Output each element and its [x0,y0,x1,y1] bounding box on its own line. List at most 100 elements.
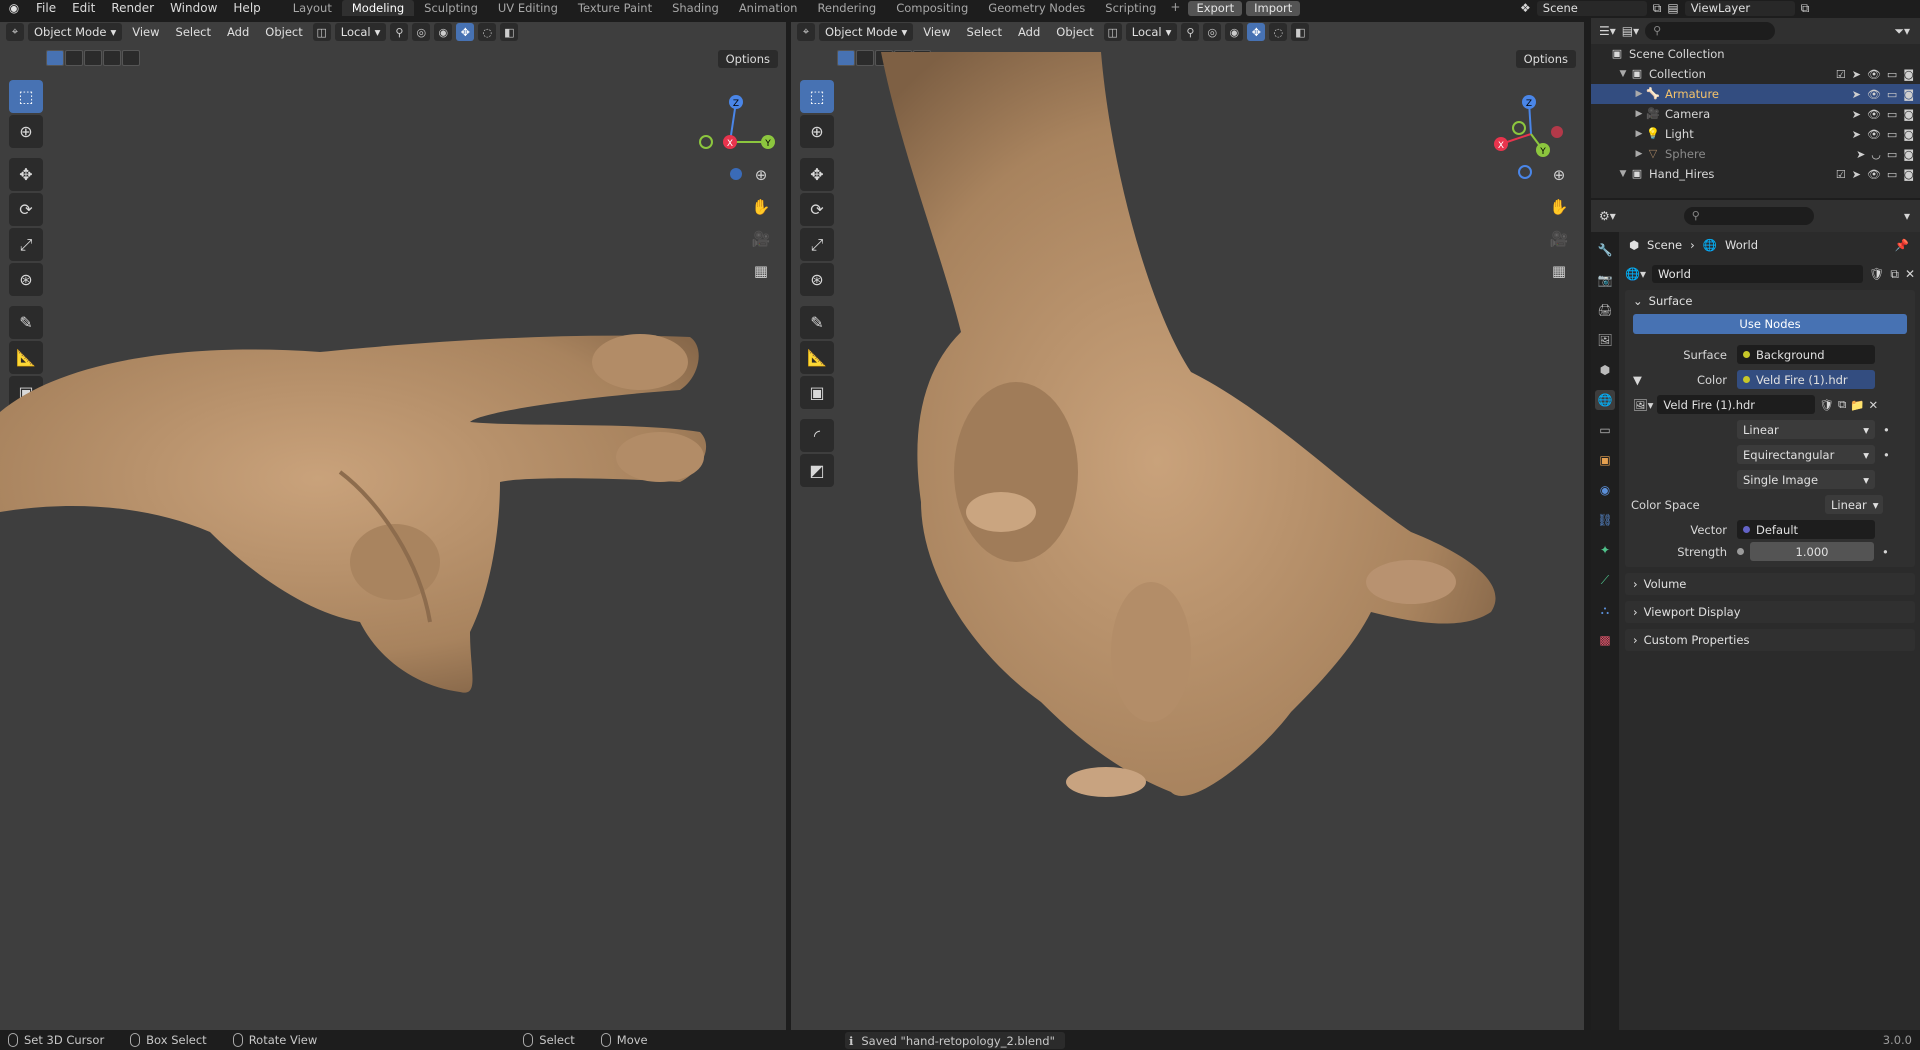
surface-field[interactable]: Background [1737,345,1875,364]
menu-add[interactable]: Add [1012,23,1046,41]
projection-dropdown[interactable]: Equirectangular ▾ [1737,445,1875,464]
knife-tool-icon[interactable]: ◩ [800,454,834,487]
transform-tool-icon[interactable]: ⊛ [800,263,834,296]
render-tab-icon[interactable]: 📷 [1595,270,1615,290]
export-button[interactable]: Export [1188,0,1243,16]
render-camera-icon[interactable]: ◙ [1903,108,1914,121]
fake-user-icon[interactable]: 🛡 [1869,267,1884,281]
unlink-icon[interactable]: ✕ [1905,267,1915,281]
tab-layout[interactable]: Layout [283,0,342,16]
use-nodes-button[interactable]: Use Nodes [1633,314,1907,334]
volume-panel[interactable]: › Volume [1625,573,1915,595]
pin-icon[interactable]: 📌 [1895,238,1909,252]
scale-tool-icon[interactable]: ⤢ [800,228,834,261]
mode-dropdown[interactable]: Object Mode ▾ [819,23,914,41]
mode-dropdown[interactable]: Object Mode ▾ [28,23,123,41]
rotate-tool-icon[interactable]: ⟳ [800,193,834,226]
menu-select[interactable]: Select [961,23,1008,41]
select-intersect-icon[interactable] [122,50,140,66]
duplicate-icon[interactable]: ⧉ [1838,397,1846,412]
strength-slider[interactable]: 1.000 [1750,542,1874,561]
scene-field[interactable]: Scene [1536,0,1647,16]
world-name-field[interactable]: World [1651,265,1864,283]
physics-tab-icon[interactable]: ◉ [1595,480,1615,500]
scale-tool-icon[interactable]: ⤢ [9,228,43,261]
monitor-icon[interactable]: ▭ [1887,88,1897,101]
select-arrow-icon[interactable]: ➤ [1852,108,1861,121]
pan-hand-icon[interactable]: ✋ [748,194,774,220]
menu-add[interactable]: Add [221,23,255,41]
color-space-dropdown[interactable]: Linear ▾ [1825,495,1883,514]
monitor-icon[interactable]: ▭ [1887,128,1897,141]
monitor-icon[interactable]: ▭ [1887,68,1897,81]
expand-arrow-icon[interactable]: ▶ [1633,89,1645,99]
checkbox-icon[interactable]: ☑ [1836,168,1846,181]
outliner-row-camera[interactable]: ▶ 🎥 Camera ➤ 👁 ▭ ◙ [1591,104,1920,124]
orientation-dropdown[interactable]: Local ▾ [1125,23,1178,41]
expand-arrow-icon[interactable]: ▶ [1633,149,1645,159]
cursor-tool-icon[interactable]: ⊕ [800,115,834,148]
open-folder-icon[interactable]: 📁 [1850,398,1864,412]
display-mode-icon[interactable]: ▤▾ [1622,24,1639,38]
transform-pivot-icon[interactable]: ◫ [1103,23,1122,41]
outliner-row-scene-collection[interactable]: ▣ Scene Collection [1591,44,1920,64]
gizmo-toggle-icon[interactable]: ✥ [456,23,475,41]
keyframe-dot-icon[interactable]: • [1883,448,1890,462]
menu-view[interactable]: View [126,23,165,41]
checkbox-icon[interactable]: ☑ [1836,68,1846,81]
fake-user-icon[interactable]: 🛡 [1819,398,1834,412]
tab-shading[interactable]: Shading [662,0,729,16]
properties-search-input[interactable]: ⚲ [1683,207,1814,225]
select-box-tool-icon[interactable]: ⬚ [800,80,834,113]
editor-type-icon[interactable]: ⌖ [6,23,24,41]
snap-icon[interactable]: ⚲ [390,23,409,41]
collection-tab-icon[interactable]: ▭ [1595,420,1615,440]
surface-panel-header[interactable]: ⌄ Surface [1625,290,1915,312]
new-scene-icon[interactable]: ⧉ [1653,1,1662,16]
transform-pivot-icon[interactable]: ◫ [312,23,331,41]
cursor-tool-icon[interactable]: ⊕ [9,115,43,148]
outliner-editor-icon[interactable]: ☰▾ [1599,24,1616,38]
snap-icon[interactable]: ⚲ [1181,23,1200,41]
tool-tab-icon[interactable]: 🔧 [1595,240,1615,260]
image-name-field[interactable]: Veld Fire (1).hdr [1657,395,1816,414]
view-layer-icon[interactable]: ▤ [1667,1,1678,15]
eye-icon[interactable]: 👁 [1867,108,1881,121]
render-camera-icon[interactable]: ◙ [1903,128,1914,141]
properties-editor-icon[interactable]: ⚙▾ [1599,209,1616,223]
tab-texture-paint[interactable]: Texture Paint [568,0,662,16]
menu-render[interactable]: Render [103,0,162,16]
expand-arrow-icon[interactable]: ▼ [1617,69,1629,79]
bone-tab-icon[interactable]: ⟋ [1595,570,1615,590]
select-arrow-icon[interactable]: ➤ [1856,148,1865,161]
color-field[interactable]: Veld Fire (1).hdr [1737,370,1875,389]
outliner-row-sphere[interactable]: ▶ ▽ Sphere ➤ ◡ ▭ ◙ [1591,144,1920,164]
menu-edit[interactable]: Edit [64,0,103,16]
annotate-tool-icon[interactable]: ✎ [800,306,834,339]
proportional-edit-icon[interactable]: ◎ [412,23,431,41]
tab-scripting[interactable]: Scripting [1095,0,1166,16]
scene-icon[interactable]: ❖ [1520,1,1531,15]
armature-data-tab-icon[interactable]: ✦ [1595,540,1615,560]
render-camera-icon[interactable]: ◙ [1903,68,1914,81]
select-box-tool-icon[interactable]: ⬚ [9,80,43,113]
camera-view-icon[interactable]: 🎥 [748,226,774,252]
tab-sculpting[interactable]: Sculpting [414,0,488,16]
source-dropdown[interactable]: Single Image ▾ [1737,470,1875,489]
monitor-icon[interactable]: ▭ [1887,148,1897,161]
gizmo-toggle-icon[interactable]: ✥ [1247,23,1266,41]
camera-view-icon[interactable]: 🎥 [1546,226,1572,252]
select-new-icon[interactable] [46,50,64,66]
view-layer-tab-icon[interactable]: 🖼 [1595,330,1615,350]
visibility-icon[interactable]: ◉ [434,23,453,41]
new-view-layer-icon[interactable]: ⧉ [1801,1,1810,16]
interpolation-dropdown[interactable]: Linear ▾ [1737,420,1875,439]
outliner-row-light[interactable]: ▶ 💡 Light ➤ 👁 ▭ ◙ [1591,124,1920,144]
image-browse-icon[interactable]: 🖼▾ [1633,398,1653,412]
eye-icon[interactable]: 👁 [1867,168,1881,181]
bone-constraint-tab-icon[interactable]: ⛬ [1595,600,1615,620]
eye-closed-icon[interactable]: ◡ [1871,148,1881,161]
menu-help[interactable]: Help [225,0,268,16]
tab-modeling[interactable]: Modeling [341,0,415,16]
menu-view[interactable]: View [917,23,956,41]
